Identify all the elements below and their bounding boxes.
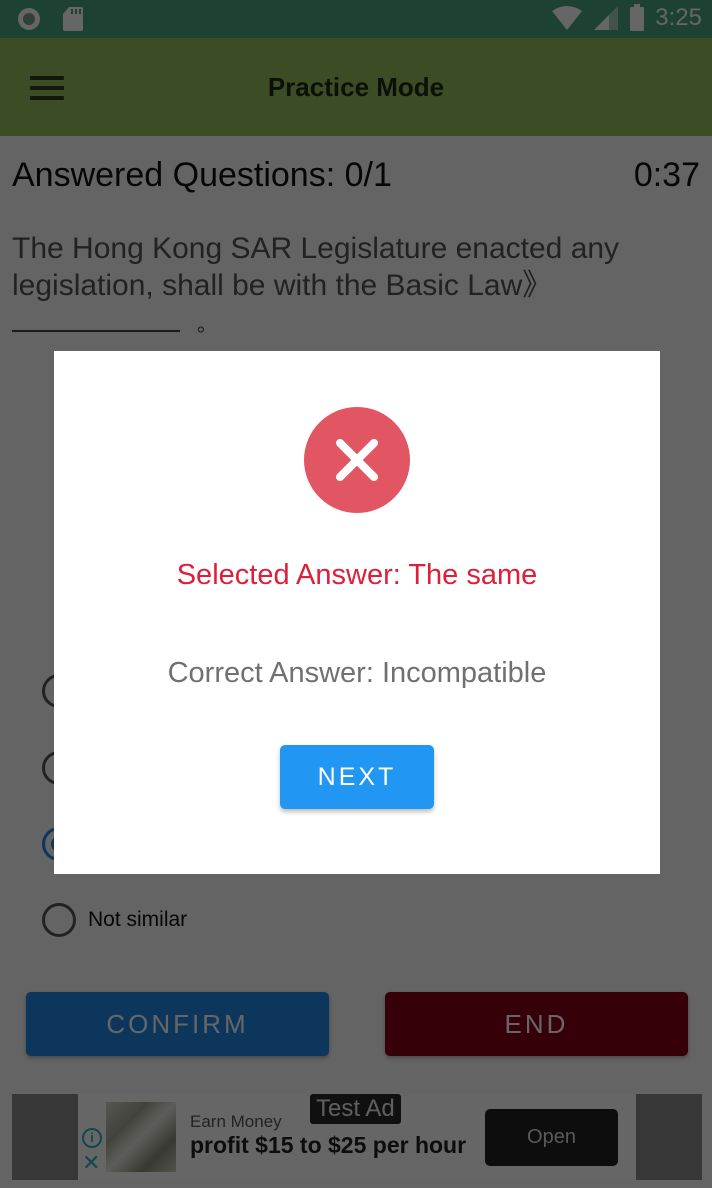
next-button[interactable]: NEXT: [280, 745, 434, 809]
error-x-circle-icon: [304, 407, 410, 513]
selected-answer-text: Selected Answer: The same: [176, 559, 538, 591]
answer-result-dialog: Selected Answer: The same Correct Answer…: [54, 351, 660, 874]
correct-answer-text: Correct Answer: Incompatible: [167, 657, 547, 689]
